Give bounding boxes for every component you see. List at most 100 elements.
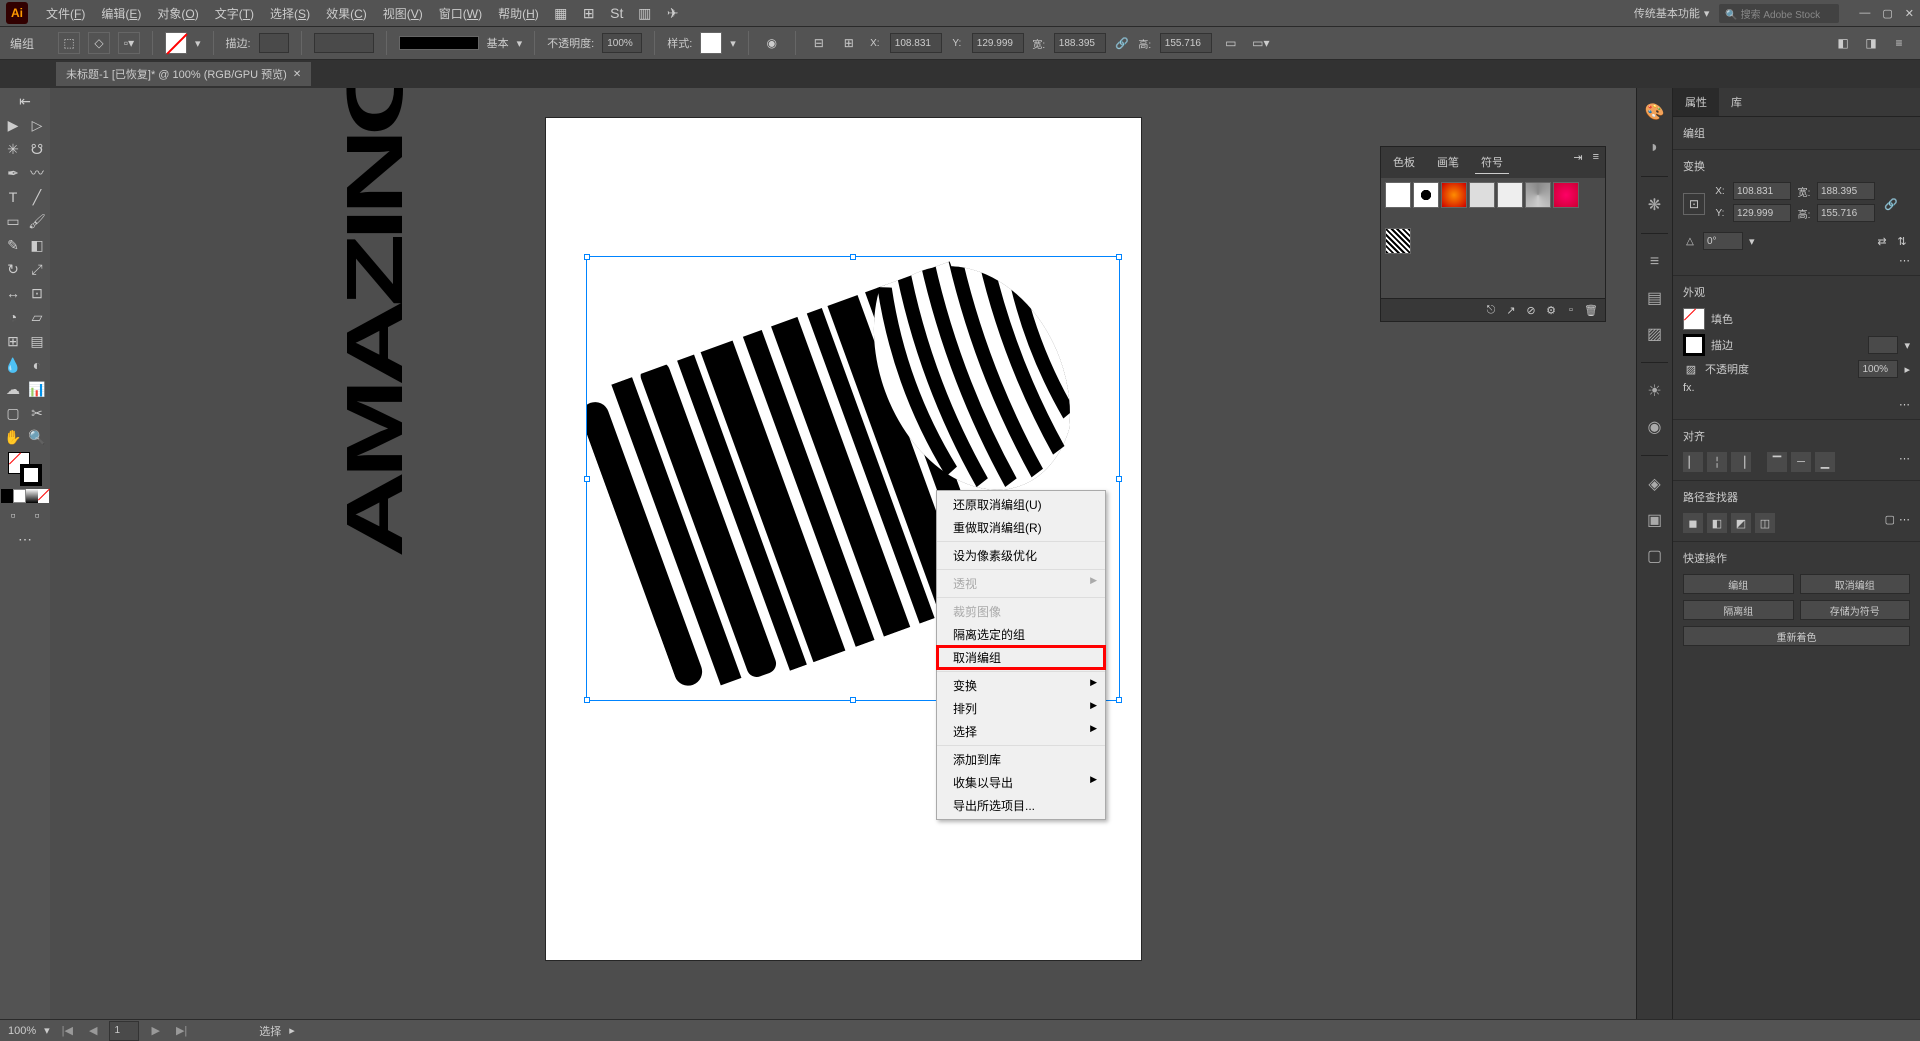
recolor-button[interactable]: 重新着色 [1683,626,1910,646]
nav-next[interactable]: ▶ [147,1024,163,1037]
close-icon[interactable]: ✕ [1905,7,1914,20]
free-transform-tool[interactable]: ⊡ [25,281,49,305]
maximize-icon[interactable]: ▢ [1882,7,1892,20]
symbols-panel-icon[interactable]: ❋ [1641,191,1669,219]
magic-wand-tool[interactable]: ✳ [1,137,25,161]
shaper-tool[interactable]: ✎ [1,233,25,257]
stroke-panel-icon[interactable]: ≡ [1641,248,1669,276]
lasso-tool[interactable]: ☋ [25,137,49,161]
arrow-icon[interactable]: ✈ [663,3,683,23]
tab-properties[interactable]: 属性 [1673,88,1719,116]
symbol-swatch[interactable] [1553,182,1579,208]
direct-selection-tool[interactable]: ▷ [25,113,49,137]
cm-导出所选项目...[interactable]: 导出所选项目... [937,794,1105,817]
color-panel-icon[interactable]: 🎨 [1641,98,1669,126]
color-guide-icon[interactable]: ◗ [1641,134,1669,162]
cm-收集以导出[interactable]: 收集以导出▶ [937,771,1105,794]
curvature-tool[interactable]: 〰 [25,161,49,185]
w-input[interactable] [1054,33,1106,53]
selection-tool[interactable]: ▶ [1,113,25,137]
flip-v-icon[interactable]: ⇅ [1894,233,1910,249]
cm-选择[interactable]: 选择▶ [937,720,1105,743]
menu-文字[interactable]: 文字(T) [207,5,262,22]
rectangle-tool[interactable]: ▭ [1,209,25,233]
sym-new-icon[interactable]: ▫ [1563,302,1579,318]
align-left[interactable]: ▏ [1683,452,1703,472]
transform-panel-icon[interactable]: ⊞ [838,32,860,54]
align-hcenter[interactable]: ╎ [1707,452,1727,472]
hand-tool[interactable]: ✋ [1,425,25,449]
menu-对象[interactable]: 对象(O) [149,5,206,22]
doc-tab[interactable]: 未标题-1 [已恢复]* @ 100% (RGB/GPU 预览) ✕ [56,62,311,86]
screen-mode-normal[interactable]: ▫ [1,503,25,527]
symbols-tab[interactable]: 符号 [1475,151,1509,174]
h-input[interactable] [1160,33,1212,53]
shape-builder-tool[interactable]: ◔ [1,305,25,329]
symbol-swatch[interactable] [1469,182,1495,208]
graphic-styles-icon[interactable]: ◉ [1641,413,1669,441]
layers-panel-icon[interactable]: ◈ [1641,470,1669,498]
search-box[interactable]: 🔍 搜索 Adobe Stock [1719,4,1839,23]
panel-menu-icon[interactable]: ≡ [1593,151,1599,174]
y-input[interactable] [972,33,1024,53]
align-more-icon[interactable]: ⋯ [1899,453,1910,465]
fx-label[interactable]: fx. [1683,382,1695,394]
cm-变换[interactable]: 变换▶ [937,674,1105,697]
link-wh-icon[interactable]: 🔗 [1114,35,1130,51]
align-vcenter[interactable]: ─ [1791,452,1811,472]
pf-expand[interactable]: ▢ [1885,513,1895,533]
menu-帮助[interactable]: 帮助(H) [490,5,547,22]
fill-swatch[interactable] [165,32,187,54]
tab-libraries[interactable]: 库 [1719,88,1754,116]
sym-options-icon[interactable]: ⚙ [1543,302,1559,318]
eyedropper-tool[interactable]: 💧 [1,353,25,377]
symbol-swatch[interactable] [1525,182,1551,208]
paintbrush-tool[interactable]: 🖌 [25,209,49,233]
shape-props-icon[interactable]: ▭ [1220,32,1242,54]
stroke-variable-input[interactable] [314,33,374,53]
asset-export-icon[interactable]: ▣ [1641,506,1669,534]
cm-重做取消编组(R)[interactable]: 重做取消编组(R) [937,516,1105,539]
align-bottom[interactable]: ▁ [1815,452,1835,472]
sym-libraries-icon[interactable]: ⎋ [1483,302,1499,318]
ungroup-button[interactable]: 取消编组 [1800,574,1911,594]
align-right[interactable]: ▕ [1731,452,1751,472]
options-menu-icon[interactable]: ≡ [1888,32,1910,54]
stroke-color[interactable] [1683,334,1705,356]
symbol-swatch[interactable] [1385,228,1411,254]
dock-right-icon[interactable]: ◨ [1860,32,1882,54]
reference-point[interactable]: ⊡ [1683,193,1705,215]
column-graph-tool[interactable]: 📊 [25,377,49,401]
stock-icon[interactable]: St [607,3,627,23]
transparency-panel-icon[interactable]: ▨ [1641,320,1669,348]
eraser-tool[interactable]: ◧ [25,233,49,257]
cm-设为像素级优化[interactable]: 设为像素级优化 [937,544,1105,567]
rotate-tool[interactable]: ↻ [1,257,25,281]
line-tool[interactable]: ╱ [25,185,49,209]
zoom-level[interactable]: 100% [8,1025,36,1037]
cm-还原取消编组(U)[interactable]: 还原取消编组(U) [937,493,1105,516]
sym-delete-icon[interactable]: 🗑 [1583,302,1599,318]
arrange-panel-icon[interactable]: ⊞ [579,3,599,23]
column-icon[interactable]: ▥ [635,3,655,23]
more-options-icon[interactable]: ⋯ [1899,255,1910,267]
swatches-tab[interactable]: 色板 [1387,151,1421,174]
symbol-sprayer-tool[interactable]: ☁ [1,377,25,401]
nav-first[interactable]: |◀ [58,1024,77,1037]
workspace-dropdown[interactable]: 传统基本功能 ▾ [1634,5,1710,21]
dock-left-icon[interactable]: ◧ [1832,32,1854,54]
artboard-tool[interactable]: ▢ [1,401,25,425]
angle-input[interactable] [1703,232,1743,250]
align-bb-icon[interactable]: ◇ [88,32,110,54]
transform-icon[interactable]: ▫▾ [118,32,140,54]
pf-minus[interactable]: ◧ [1707,513,1727,533]
symbol-swatch[interactable] [1497,182,1523,208]
prop-y[interactable] [1733,204,1791,222]
menu-视图[interactable]: 视图(V) [375,5,431,22]
menu-编辑[interactable]: 编辑(E) [93,5,149,22]
link-icon[interactable]: 🔗 [1883,196,1899,212]
prop-x[interactable] [1733,182,1791,200]
edit-toolbar-icon[interactable]: ⋯ [1,527,49,551]
artboards-panel-icon[interactable]: ▢ [1641,542,1669,570]
pen-tool[interactable]: ✒ [1,161,25,185]
